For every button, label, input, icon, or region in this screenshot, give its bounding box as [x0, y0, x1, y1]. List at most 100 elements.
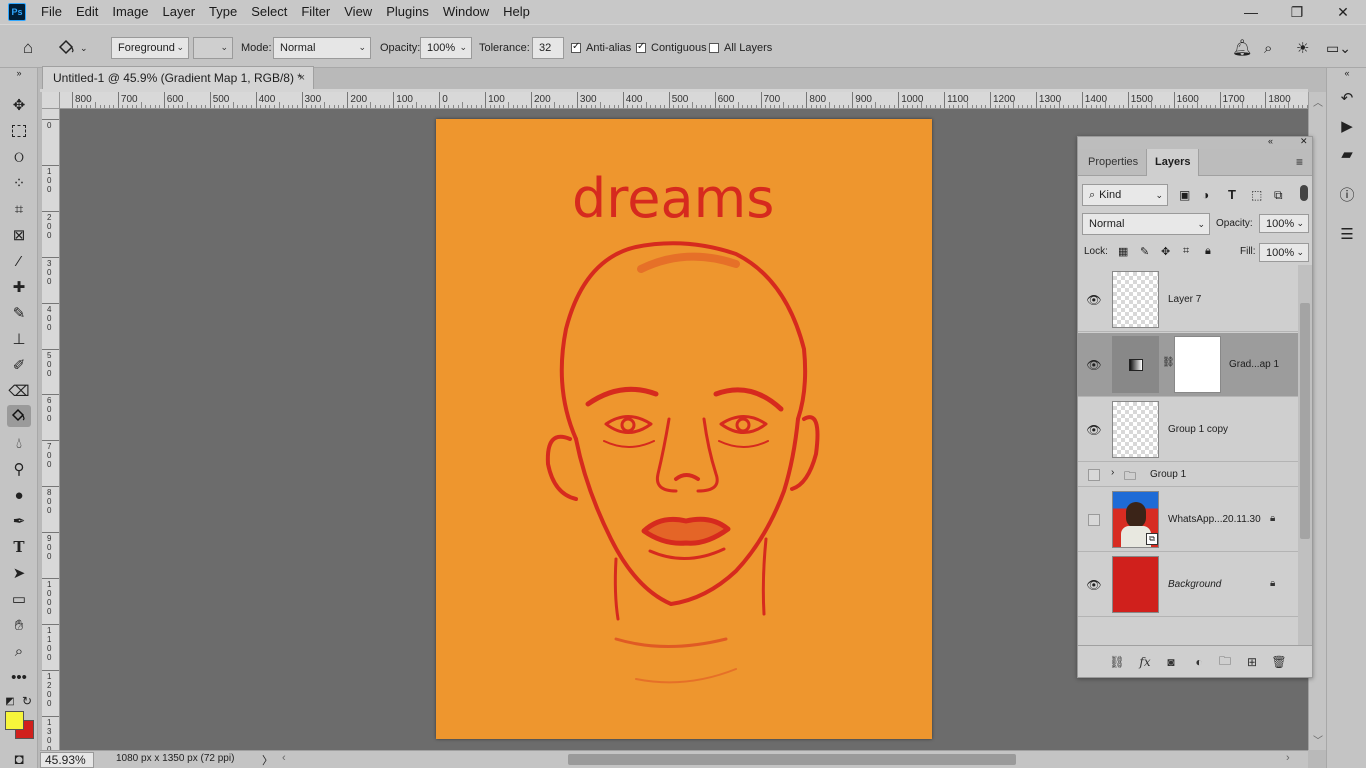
home-icon[interactable]: ⌂: [16, 37, 40, 59]
paint-bucket-preset-picker[interactable]: ⌄: [56, 37, 96, 59]
layer-row-group-1[interactable]: › 🗀 Group 1: [1078, 463, 1298, 487]
eye-icon[interactable]: 👁︎: [1086, 358, 1101, 372]
lock-artboard-icon[interactable]: ⌗: [1183, 245, 1189, 258]
layer-row-gradient-map[interactable]: 👁︎ ⛓ Grad...ap 1: [1078, 333, 1298, 397]
search-icon[interactable]: ⌕: [1264, 37, 1272, 59]
mask-thumbnail[interactable]: [1174, 336, 1221, 393]
lock-transparent-icon[interactable]: ▦: [1118, 245, 1128, 258]
brush-tool-icon[interactable]: ✎: [7, 302, 31, 324]
status-menu-arrow-icon[interactable]: 〉: [262, 752, 273, 768]
filter-type-icon[interactable]: T: [1228, 187, 1236, 202]
contiguous-checkbox[interactable]: Contiguous: [636, 37, 707, 59]
zoom-tool-icon[interactable]: ⌕: [7, 640, 31, 662]
menu-help[interactable]: Help: [496, 0, 537, 24]
filter-adjustment-icon[interactable]: ◑: [1202, 188, 1209, 202]
more-tools-icon[interactable]: •••: [7, 666, 31, 688]
zoom-level-field[interactable]: 45.93%: [40, 752, 94, 768]
history-brush-tool-icon[interactable]: ✐: [7, 354, 31, 376]
document-canvas[interactable]: dreams: [436, 119, 932, 739]
document-info[interactable]: 1080 px x 1350 px (72 ppi): [116, 753, 234, 764]
all-layers-checkbox[interactable]: All Layers: [709, 37, 772, 59]
rectangle-tool-icon[interactable]: ▭: [7, 588, 31, 610]
quick-selection-tool-icon[interactable]: ⁘: [7, 172, 31, 194]
tab-layers[interactable]: Layers: [1146, 149, 1200, 176]
link-icon[interactable]: ⛓: [1162, 357, 1175, 368]
menu-select[interactable]: Select: [244, 0, 294, 24]
panel-menu-icon[interactable]: ≡: [1296, 155, 1303, 169]
filter-toggle-icon[interactable]: [1300, 185, 1308, 201]
filter-smart-object-icon[interactable]: ⧉: [1274, 188, 1283, 203]
close-window-button[interactable]: ✕: [1320, 0, 1366, 24]
layer-opacity-input[interactable]: 100% ⌄: [1259, 214, 1309, 233]
visibility-toggle[interactable]: [1088, 514, 1100, 526]
discover-lightbulb-icon[interactable]: ☀: [1296, 37, 1309, 59]
menu-file[interactable]: File: [34, 0, 69, 24]
info-panel-icon[interactable]: ⓘ: [1337, 184, 1357, 204]
hand-tool-icon[interactable]: ✋︎: [7, 614, 31, 636]
visibility-toggle[interactable]: [1088, 469, 1100, 481]
crop-tool-icon[interactable]: ⌗: [7, 198, 31, 220]
filter-shape-icon[interactable]: ⬚: [1251, 188, 1262, 202]
scroll-left-arrow-icon[interactable]: ‹: [282, 752, 286, 764]
foreground-color-swatch[interactable]: [5, 711, 24, 730]
history-panel-icon[interactable]: ↶: [1337, 88, 1357, 108]
frame-tool-icon[interactable]: ⊠: [7, 224, 31, 246]
pen-tool-icon[interactable]: ✒: [7, 510, 31, 532]
tab-properties[interactable]: Properties: [1080, 149, 1146, 176]
menu-window[interactable]: Window: [436, 0, 496, 24]
eye-icon[interactable]: 👁︎: [1086, 293, 1101, 307]
stamp-tool-icon[interactable]: ⊥: [7, 328, 31, 350]
tolerance-input[interactable]: 32: [532, 37, 564, 59]
bell-icon[interactable]: 🔔︎: [1232, 37, 1252, 59]
blur-tool-icon[interactable]: 💧︎: [7, 432, 31, 454]
collapse-dock-icon[interactable]: «: [1337, 68, 1357, 78]
layer-row-group-1-copy[interactable]: 👁︎ Group 1 copy: [1078, 398, 1298, 462]
scroll-right-arrow-icon[interactable]: ›: [1286, 752, 1290, 764]
menu-layer[interactable]: Layer: [156, 0, 203, 24]
eraser-tool-icon[interactable]: ⌫: [7, 380, 31, 402]
eye-icon[interactable]: 👁︎: [1086, 578, 1101, 592]
comments-panel-icon[interactable]: ▰: [1337, 144, 1357, 164]
swap-colors-icon[interactable]: ↻: [20, 690, 34, 712]
opacity-input[interactable]: 100% ⌄: [420, 37, 472, 59]
menu-type[interactable]: Type: [202, 0, 244, 24]
close-tab-icon[interactable]: ×: [299, 67, 305, 89]
lock-image-icon[interactable]: ✎: [1140, 245, 1149, 258]
horizontal-ruler[interactable]: 800 700 600 500 400 300 200 100 0 100 200 300 400 500…: [60, 92, 1308, 109]
document-tab[interactable]: Untitled-1 @ 45.9% (Gradient Map 1, RGB/…: [42, 66, 314, 90]
new-adjustment-layer-icon[interactable]: ◐: [1190, 653, 1208, 671]
menu-edit[interactable]: Edit: [69, 0, 105, 24]
collapse-chevrons-icon[interactable]: »: [7, 68, 31, 78]
new-layer-icon[interactable]: ⊞: [1243, 653, 1261, 671]
menu-plugins[interactable]: Plugins: [379, 0, 436, 24]
healing-brush-tool-icon[interactable]: ✚: [7, 276, 31, 298]
menu-image[interactable]: Image: [105, 0, 155, 24]
fx-icon[interactable]: fx: [1136, 653, 1154, 671]
actions-panel-icon[interactable]: ▶: [1337, 116, 1357, 136]
minimize-button[interactable]: —: [1228, 0, 1274, 24]
eyedropper-tool-icon[interactable]: ⁄: [7, 250, 31, 272]
type-tool-icon[interactable]: T: [7, 536, 31, 558]
pattern-select[interactable]: ⌄: [193, 37, 233, 59]
restore-button[interactable]: ❐: [1274, 0, 1320, 24]
path-selection-tool-icon[interactable]: ➤: [7, 562, 31, 584]
layers-scrollbar-thumb[interactable]: [1300, 303, 1310, 539]
layer-row-whatsapp[interactable]: ⧉ WhatsApp...20.11.30 🔒︎: [1078, 488, 1298, 552]
expand-group-icon[interactable]: ›: [1111, 467, 1114, 478]
new-group-icon[interactable]: 🗀: [1216, 653, 1234, 671]
layer-row-layer-7[interactable]: 👁︎ Layer 7: [1078, 268, 1298, 332]
close-panel-icon[interactable]: ✕: [1300, 136, 1308, 147]
burn-tool-icon[interactable]: ●: [7, 484, 31, 506]
delete-layer-icon[interactable]: 🗑︎: [1270, 653, 1288, 671]
paint-bucket-tool-icon[interactable]: [7, 405, 31, 427]
horizontal-scrollbar-thumb[interactable]: [568, 754, 1016, 765]
scroll-up-arrow-icon[interactable]: ︿: [1313, 94, 1323, 109]
adjustments-panel-icon[interactable]: ☰: [1337, 224, 1357, 244]
mode-select[interactable]: Normal ⌄: [273, 37, 371, 59]
quick-mask-icon[interactable]: ◘: [7, 748, 31, 768]
dodge-tool-icon[interactable]: ⚲: [7, 458, 31, 480]
add-mask-icon[interactable]: ◙: [1162, 653, 1180, 671]
move-tool-icon[interactable]: ✥: [7, 94, 31, 116]
filter-pixel-icon[interactable]: ▣: [1179, 188, 1190, 202]
lock-position-icon[interactable]: ✥: [1161, 245, 1170, 258]
